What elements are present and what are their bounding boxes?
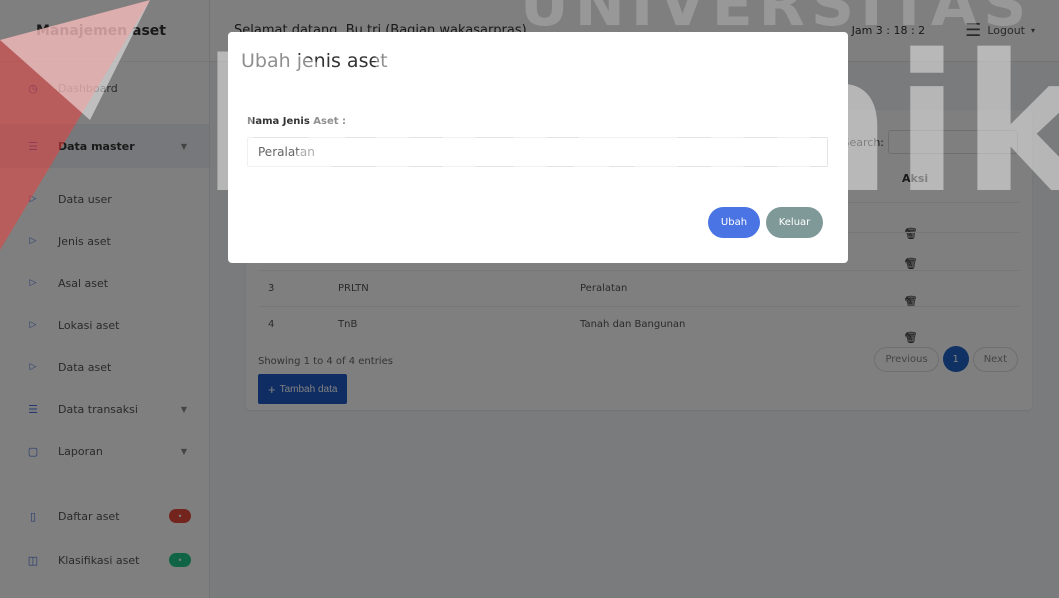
watermark-dinamika: Dinamika [200,14,1059,235]
watermark-logo [0,0,150,250]
